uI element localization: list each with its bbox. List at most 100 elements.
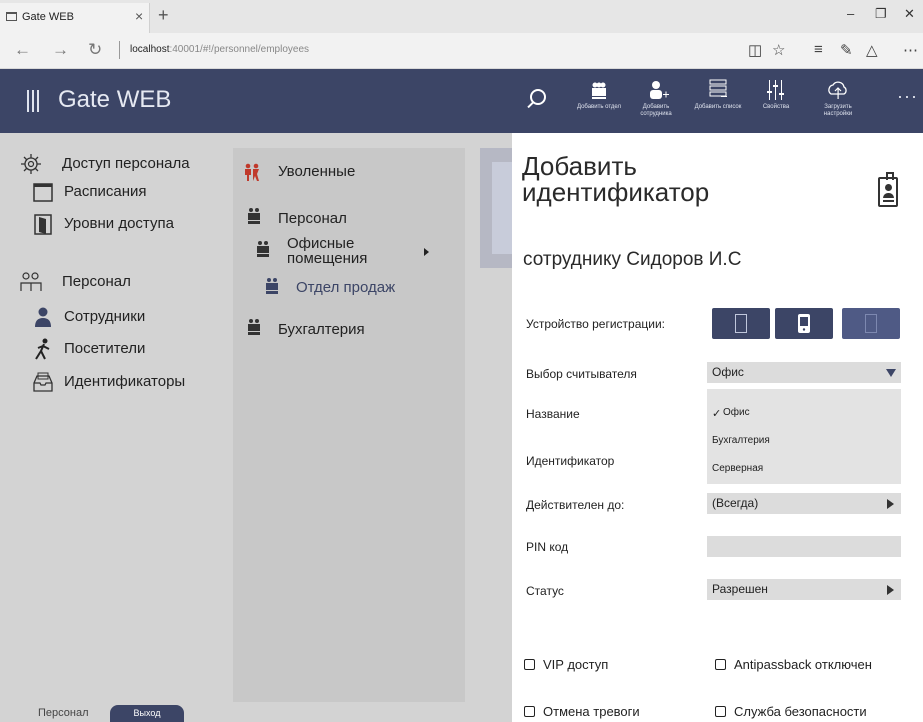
more-menu-icon[interactable]: ··· — [897, 86, 918, 107]
new-tab-icon[interactable]: + — [158, 5, 169, 26]
web-note-icon[interactable]: ✎ — [840, 41, 853, 59]
add-department-button[interactable]: Добавить отдел — [572, 77, 626, 127]
status-label: Статус — [526, 584, 564, 598]
name-label: Название — [526, 407, 580, 421]
check-icon: ✓ — [712, 408, 722, 420]
forward-icon[interactable]: → — [52, 40, 69, 60]
upload-settings-label: Загрузить настройки — [823, 104, 853, 117]
dropdown-arrow-icon — [886, 369, 896, 377]
checkbox-box — [715, 659, 726, 670]
favorite-star-icon[interactable]: ☆ — [772, 41, 785, 59]
properties-button[interactable]: Свойства — [749, 77, 803, 127]
sidebar-label-personnel: Персонал — [62, 273, 131, 290]
upload-settings-button[interactable]: Загрузить настройки — [811, 77, 865, 127]
add-list-label: Добавить список — [694, 104, 742, 110]
reader-option-office-label: Офис — [723, 407, 750, 418]
maximize-icon[interactable]: ❐ — [875, 6, 887, 22]
properties-icon — [767, 80, 784, 100]
status-select[interactable]: Разрешен — [707, 579, 901, 600]
fired-employees-icon — [245, 163, 259, 181]
reader-dropdown: ✓ Офис Бухгалтерия Серверная — [707, 389, 901, 484]
status-value: Разрешен — [712, 582, 768, 596]
dept-item-personnel[interactable]: Персонал — [278, 210, 347, 227]
add-employee-icon — [650, 81, 669, 99]
search-icon[interactable] — [530, 89, 546, 105]
dept-item-offices[interactable]: Офисные помещения — [287, 236, 377, 266]
panel-title: Добавить идентификатор — [522, 151, 710, 207]
gear-icon — [21, 154, 41, 174]
tab-title: Gate WEB — [22, 11, 74, 23]
url-host: localhost — [130, 44, 170, 55]
door-icon — [34, 214, 52, 235]
people-icon — [20, 272, 42, 291]
reader-option-accounting[interactable]: Бухгалтерия — [712, 435, 770, 446]
sidebar-label-schedules: Расписания — [64, 183, 147, 200]
add-employee-label: Добавить сотрудника — [640, 104, 672, 117]
properties-label: Свойства — [762, 104, 790, 110]
pin-input[interactable] — [707, 536, 901, 557]
url-separator — [119, 41, 120, 59]
sidebar-label-staff-access: Доступ персонала — [62, 155, 190, 172]
card-tray-icon — [33, 372, 53, 392]
valid-until-select[interactable]: (Всегда) — [707, 493, 901, 514]
upload-settings-icon — [828, 81, 847, 99]
add-employee-button[interactable]: Добавить сотрудника — [629, 77, 683, 127]
usb-reader-icon — [865, 314, 877, 333]
department-selected-icon — [266, 278, 278, 294]
add-list-icon — [709, 79, 727, 97]
browser-tab[interactable]: Gate WEB × — [0, 3, 150, 33]
reading-view-icon[interactable]: ◫ — [748, 41, 762, 59]
device-label: Устройство регистрации: — [526, 317, 665, 331]
back-icon[interactable]: ← — [14, 40, 31, 60]
minimize-icon[interactable]: – — [847, 6, 854, 21]
add-list-button[interactable]: Добавить список — [691, 77, 745, 127]
calendar-icon — [33, 183, 53, 202]
card-reader-icon — [735, 314, 747, 333]
id-badge-icon — [878, 172, 898, 207]
device-usb-button[interactable] — [842, 308, 900, 339]
device-reader-button[interactable] — [712, 308, 770, 339]
dept-item-accounting[interactable]: Бухгалтерия — [278, 321, 365, 338]
tab-page-icon — [6, 12, 17, 21]
expand-arrow-icon[interactable] — [424, 248, 429, 256]
refresh-icon[interactable]: ↻ — [88, 40, 102, 60]
antipassback-label: Antipassback отключен — [734, 657, 872, 672]
hub-icon[interactable]: ≡ — [814, 41, 823, 58]
url-field[interactable]: localhost:40001/#!/personnel/employees — [130, 44, 309, 55]
valid-until-label: Действителен до: — [526, 498, 625, 512]
add-department-label: Добавить отдел — [576, 104, 622, 110]
vip-access-label: VIP доступ — [543, 657, 609, 672]
walker-icon — [35, 338, 50, 360]
device-mobile-button[interactable] — [775, 308, 833, 339]
hamburger-menu-icon[interactable] — [27, 90, 41, 112]
department-tree — [233, 148, 465, 702]
security-service-label: Служба безопасности — [734, 704, 867, 719]
share-icon[interactable]: △ — [866, 41, 878, 59]
current-user-label: Персонал — [38, 707, 89, 719]
dept-item-sales[interactable]: Отдел продаж — [296, 279, 395, 296]
chevron-right-icon — [887, 499, 894, 509]
sidebar-label-employees: Сотрудники — [64, 308, 146, 325]
sidebar-label-identifiers: Идентификаторы — [64, 373, 186, 390]
department-icon — [248, 208, 260, 224]
tab-close-icon[interactable]: × — [135, 8, 143, 24]
mobile-device-icon — [798, 314, 810, 333]
close-window-icon[interactable]: ✕ — [904, 6, 915, 22]
reader-option-server[interactable]: Серверная — [712, 463, 763, 474]
address-bar: ← → ↻ localhost:40001/#!/personnel/emplo… — [0, 33, 923, 69]
app-title: Gate WEB — [58, 86, 172, 113]
browser-tab-bar: Gate WEB × + – ❐ ✕ — [0, 0, 923, 33]
chevron-right-icon — [887, 585, 894, 595]
reader-select-value: Офис — [712, 365, 744, 379]
valid-until-value: (Всегда) — [712, 496, 759, 510]
checkbox-box — [715, 706, 726, 717]
more-icon[interactable]: ⋯ — [903, 41, 918, 59]
checkbox-box — [524, 706, 535, 717]
logout-button[interactable]: Выход — [110, 705, 184, 722]
department-icon — [257, 241, 269, 257]
employee-icon — [35, 307, 51, 327]
reader-option-office[interactable]: ✓ Офис — [712, 407, 750, 420]
dept-item-fired[interactable]: Уволенные — [278, 163, 355, 180]
reader-select[interactable]: Офис — [707, 362, 901, 383]
reader-label: Выбор считывателя — [526, 367, 637, 381]
